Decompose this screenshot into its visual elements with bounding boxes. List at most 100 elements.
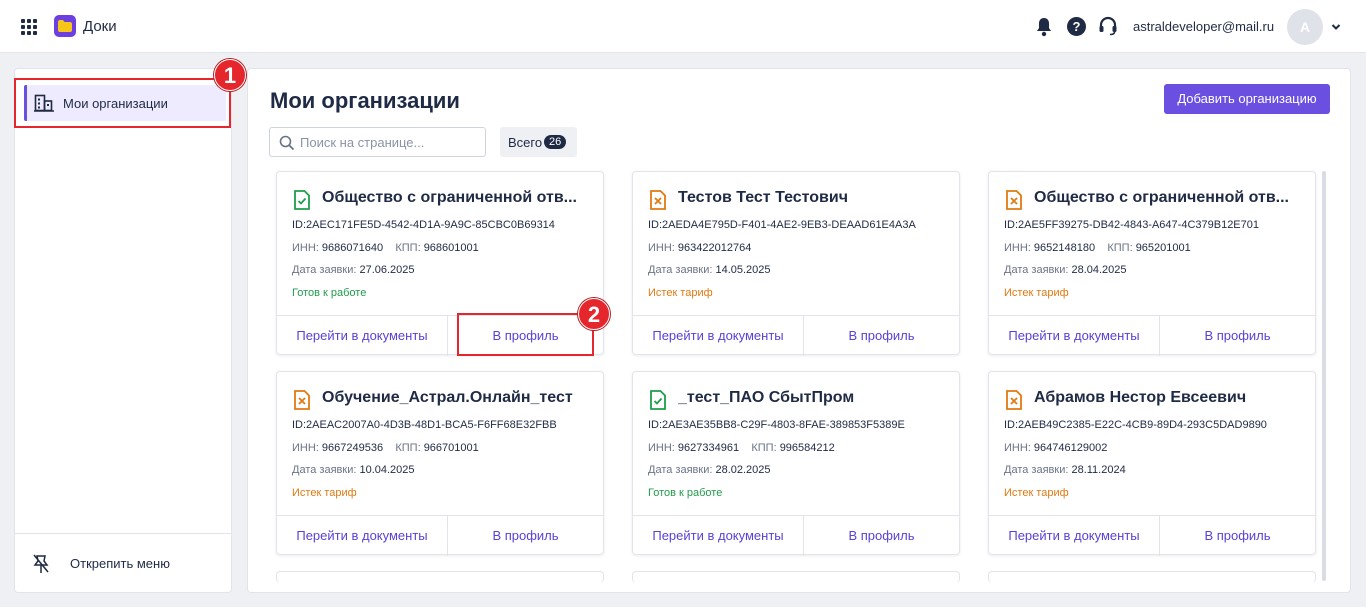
inn-value: 9652148180 <box>1033 242 1096 254</box>
date-value: 14.05.2025 <box>715 264 771 276</box>
tax-ids-row: ИНН: 9686071640 КПП: 968601001 <box>292 242 479 254</box>
status-badge: Истек тариф <box>1004 287 1069 299</box>
card-actions: Перейти в документы В профиль <box>989 315 1315 356</box>
inn-value: 9627334961 <box>677 442 740 454</box>
organization-card-partial <box>632 571 960 583</box>
inn-label: ИНН: <box>1004 242 1031 254</box>
organization-name: Абрамов Нестор Евсеевич <box>1034 389 1247 406</box>
chevron-down-icon[interactable] <box>1331 22 1341 32</box>
go-to-documents-button[interactable]: Перейти в документы <box>277 316 448 356</box>
organization-name: Тестов Тест Тестович <box>678 189 849 206</box>
card-actions: Перейти в документы В профиль <box>633 315 959 356</box>
unpin-menu-button[interactable]: Открепить меню <box>15 534 231 592</box>
headset-icon[interactable] <box>1098 16 1118 36</box>
date-label: Дата заявки: <box>648 264 713 276</box>
page-title: Мои организации <box>270 88 460 113</box>
inn-value: 9686071640 <box>321 242 384 254</box>
organization-name: _тест_ПАО СбытПром <box>678 389 855 406</box>
inn-label: ИНН: <box>1004 442 1031 454</box>
go-to-documents-button[interactable]: Перейти в документы <box>633 516 804 556</box>
inn-label: ИНН: <box>648 242 675 254</box>
date-label: Дата заявки: <box>1004 264 1069 276</box>
search-box[interactable] <box>269 127 486 157</box>
request-date-row: Дата заявки: 14.05.2025 <box>648 264 771 276</box>
inn-label: ИНН: <box>292 242 319 254</box>
document-check-icon <box>650 390 666 410</box>
organization-card: Тестов Тест Тестович ID:2AEDA4E795D-F401… <box>632 171 960 356</box>
to-profile-button[interactable]: В профиль <box>1160 516 1315 556</box>
status-badge: Истек тариф <box>292 487 357 499</box>
kpp-value: 966701001 <box>423 442 479 454</box>
status-badge: Истек тариф <box>648 287 713 299</box>
status-badge: Готов к работе <box>648 487 723 499</box>
organization-card-partial <box>276 571 604 583</box>
date-label: Дата заявки: <box>292 264 357 276</box>
card-actions: Перейти в документы В профиль <box>989 515 1315 556</box>
app-title[interactable]: Доки <box>83 18 117 35</box>
document-expired-icon <box>1006 190 1022 210</box>
bell-icon[interactable] <box>1035 17 1053 37</box>
date-label: Дата заявки: <box>292 464 357 476</box>
go-to-documents-button[interactable]: Перейти в документы <box>277 516 448 556</box>
document-expired-icon <box>1006 390 1022 410</box>
main-content: Мои организации Добавить организацию Все… <box>247 68 1351 593</box>
kpp-label: КПП: <box>1107 242 1133 254</box>
annotation-highlight-2 <box>457 313 594 356</box>
organization-name: Общество с ограниченной отв... <box>1034 189 1289 206</box>
folder-logo-icon[interactable] <box>54 15 76 37</box>
request-date-row: Дата заявки: 10.04.2025 <box>292 464 415 476</box>
annotation-marker-2: 2 <box>578 298 610 330</box>
add-organization-button[interactable]: Добавить организацию <box>1164 84 1330 114</box>
inn-label: ИНН: <box>648 442 675 454</box>
document-expired-icon <box>650 190 666 210</box>
apps-grid-icon[interactable] <box>21 19 37 35</box>
kpp-label: КПП: <box>395 242 421 254</box>
go-to-documents-button[interactable]: Перейти в документы <box>989 516 1160 556</box>
date-value: 10.04.2025 <box>359 464 415 476</box>
inn-value: 963422012764 <box>677 242 752 254</box>
organization-name: Общество с ограниченной отв... <box>322 189 577 206</box>
request-date-row: Дата заявки: 28.02.2025 <box>648 464 771 476</box>
sidebar: Мои организации Открепить меню <box>14 68 232 593</box>
organization-card: Обучение_Астрал.Онлайн_тест ID:2AEAC2007… <box>276 371 604 556</box>
kpp-value: 965201001 <box>1135 242 1191 254</box>
avatar[interactable]: A <box>1287 9 1323 45</box>
to-profile-button[interactable]: В профиль <box>448 516 603 556</box>
date-value: 28.02.2025 <box>715 464 771 476</box>
to-profile-button[interactable]: В профиль <box>1160 316 1315 356</box>
search-icon <box>279 135 295 151</box>
request-date-row: Дата заявки: 27.06.2025 <box>292 264 415 276</box>
inn-label: ИНН: <box>292 442 319 454</box>
tax-ids-row: ИНН: 963422012764 <box>648 242 751 254</box>
organization-id: ID:2AEDA4E795D-F401-4AE2-9EB3-DEAAD61E4A… <box>648 219 916 231</box>
kpp-value: 996584212 <box>779 442 835 454</box>
inn-value: 9667249536 <box>321 442 384 454</box>
search-input[interactable] <box>300 129 480 155</box>
organization-id: ID:2AEAC2007A0-4D3B-48D1-BCA5-F6FF68E32F… <box>292 419 557 431</box>
date-label: Дата заявки: <box>648 464 713 476</box>
annotation-marker-1: 1 <box>214 59 246 91</box>
tax-ids-row: ИНН: 9667249536 КПП: 966701001 <box>292 442 479 454</box>
total-counter: Всего 26 <box>500 127 577 157</box>
help-icon[interactable]: ? <box>1067 17 1086 36</box>
kpp-label: КПП: <box>751 442 777 454</box>
go-to-documents-button[interactable]: Перейти в документы <box>989 316 1160 356</box>
organization-id: ID:2AEC171FE5D-4542-4D1A-9A9C-85CBC0B693… <box>292 219 555 231</box>
organization-id: ID:2AE3AE35BB8-C29F-4803-8FAE-389853F538… <box>648 419 905 431</box>
date-value: 28.11.2024 <box>1071 464 1126 476</box>
status-badge: Готов к работе <box>292 287 367 299</box>
date-value: 28.04.2025 <box>1071 264 1127 276</box>
document-check-icon <box>294 190 310 210</box>
tax-ids-row: ИНН: 9627334961 КПП: 996584212 <box>648 442 835 454</box>
request-date-row: Дата заявки: 28.04.2025 <box>1004 264 1127 276</box>
go-to-documents-button[interactable]: Перейти в документы <box>633 316 804 356</box>
user-email[interactable]: astraldeveloper@mail.ru <box>1133 19 1274 34</box>
request-date-row: Дата заявки: 28.11.2024 <box>1004 464 1126 476</box>
to-profile-button[interactable]: В профиль <box>804 316 959 356</box>
tax-ids-row: ИНН: 964746129002 <box>1004 442 1107 454</box>
organization-card: Абрамов Нестор Евсеевич ID:2AEB49C2385-E… <box>988 371 1316 556</box>
scrollbar[interactable] <box>1322 171 1326 581</box>
unpin-icon <box>33 554 49 573</box>
to-profile-button[interactable]: В профиль <box>804 516 959 556</box>
organization-card: Общество с ограниченной отв... ID:2AE5FF… <box>988 171 1316 356</box>
